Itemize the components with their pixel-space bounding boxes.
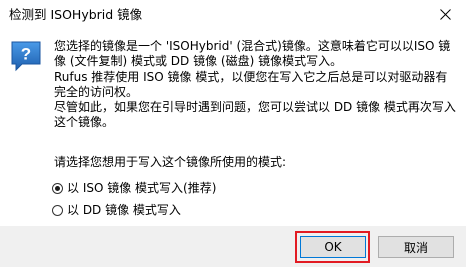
message-line: 这个镜像。 [54, 115, 115, 130]
message-line: 尽管如此，如果您在引导时遇到问题，您可以尝试以 DD 镜像 模式再次写入 [54, 100, 456, 115]
title-bar: 检测到 ISOHybrid 镜像 [0, 0, 466, 28]
cancel-button[interactable]: 取消 [378, 236, 454, 258]
option-dd-mode[interactable]: 以 DD 镜像 模式写入 [52, 202, 181, 218]
window-title: 检测到 ISOHybrid 镜像 [9, 7, 143, 22]
message-line: 完全的访问权。 [54, 84, 139, 99]
option-label[interactable]: 以 ISO 镜像 模式写入(推荐) [67, 181, 216, 196]
message-line: 您选择的镜像是一个 'ISOHybrid' (混合式)镜像。这意味着它可以以IS… [54, 39, 451, 53]
option-iso-mode[interactable]: 以 ISO 镜像 模式写入(推荐) [52, 180, 216, 196]
radio-iso-mode[interactable] [52, 182, 63, 194]
message-line: Rufus 推荐使用 ISO 镜像 模式，以便您在写入它之后总是可以对驱动器有 [54, 69, 448, 84]
close-button[interactable] [424, 0, 466, 28]
message-text: 您选择的镜像是一个 'ISOHybrid' (混合式)镜像。这意味着它可以以IS… [54, 39, 459, 131]
svg-text:?: ? [21, 45, 31, 64]
close-icon [439, 8, 451, 20]
message-line: 像 (文件复制) 模式或 DD 镜像 (磁盘) 镜像模式写入。 [54, 54, 343, 69]
radio-dd-mode[interactable] [52, 204, 63, 216]
button-bar: OK 取消 [0, 226, 466, 267]
question-icon: ? [11, 41, 41, 72]
mode-prompt: 请选择您想用于写入这个镜像所使用的模式: [54, 155, 287, 169]
option-label[interactable]: 以 DD 镜像 模式写入 [67, 203, 181, 218]
ok-button[interactable]: OK [300, 236, 366, 258]
